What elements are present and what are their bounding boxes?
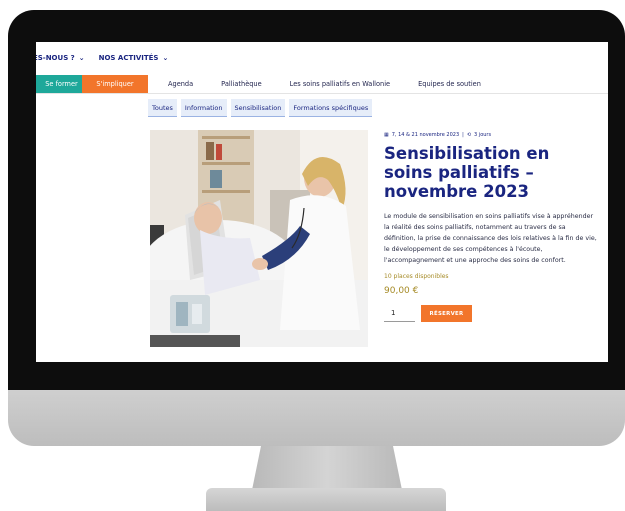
menu-item-equipes-de-soutien[interactable]: Equipes de soutien (404, 75, 495, 93)
menu-item-se-former[interactable]: Se former (36, 75, 82, 93)
places-available: 10 places disponibles (384, 273, 449, 280)
nav-item-label: MES-NOUS ? (36, 54, 75, 62)
event-description: Le module de sensibilisation en soins pa… (384, 213, 597, 264)
quantity-field[interactable] (384, 305, 415, 322)
event-detail: ▦ 7, 14 & 21 novembre 2023 | ⟲ 3 jours S… (384, 132, 598, 322)
calendar-icon: ▦ (384, 132, 389, 138)
monitor-chin (8, 390, 625, 446)
nav-item-label: NOS ACTIVITÉS (98, 54, 159, 62)
nav-item-nos-activites[interactable]: NOS ACTIVITÉS ⌄ (99, 54, 169, 62)
event-dates: 7, 14 & 21 novembre 2023 (391, 132, 460, 138)
purchase-row: RÉSERVER (384, 305, 598, 322)
menu-item-s-impliquer[interactable]: S'impliquer (82, 75, 148, 93)
chevron-down-icon: ⌄ (78, 54, 85, 62)
filter-sensibilisation[interactable]: Sensibilisation (230, 99, 286, 117)
monitor-stand-neck (252, 446, 402, 490)
event-price: 90,00 € (384, 286, 419, 296)
reserve-button[interactable]: RÉSERVER (421, 305, 472, 322)
screen: MES-NOUS ? ⌄ NOS ACTIVITÉS ⌄ Se former S… (36, 42, 608, 362)
filter-formations-specifiques[interactable]: Formations spécifiques (289, 99, 373, 117)
clock-icon: ⟲ (466, 132, 472, 138)
chevron-down-icon: ⌄ (162, 54, 169, 62)
top-navigation: MES-NOUS ? ⌄ NOS ACTIVITÉS ⌄ (36, 50, 168, 66)
activities-menu-bar: Se former S'impliquer Agenda Palliathèqu… (36, 75, 608, 94)
menu-item-agenda[interactable]: Agenda (148, 75, 207, 93)
event-duration: 3 jours (474, 132, 492, 138)
filter-tabs: Toutes Information Sensibilisation Forma… (148, 99, 373, 117)
event-photo (150, 130, 368, 347)
filter-toutes[interactable]: Toutes (148, 99, 177, 117)
monitor-stand-base (206, 488, 446, 511)
event-title: Sensibilisation en soins palliatifs – no… (384, 144, 550, 201)
filter-information[interactable]: Information (180, 99, 227, 117)
menu-item-palliatheque[interactable]: Palliathèque (207, 75, 276, 93)
event-meta: ▦ 7, 14 & 21 novembre 2023 | ⟲ 3 jours (384, 132, 492, 138)
nav-item-qui-sommes-nous[interactable]: MES-NOUS ? ⌄ (36, 54, 85, 62)
nurse-and-patient-illustration (150, 130, 368, 347)
menu-item-soins-palliatifs-wallonie[interactable]: Les soins palliatifs en Wallonie (276, 75, 404, 93)
